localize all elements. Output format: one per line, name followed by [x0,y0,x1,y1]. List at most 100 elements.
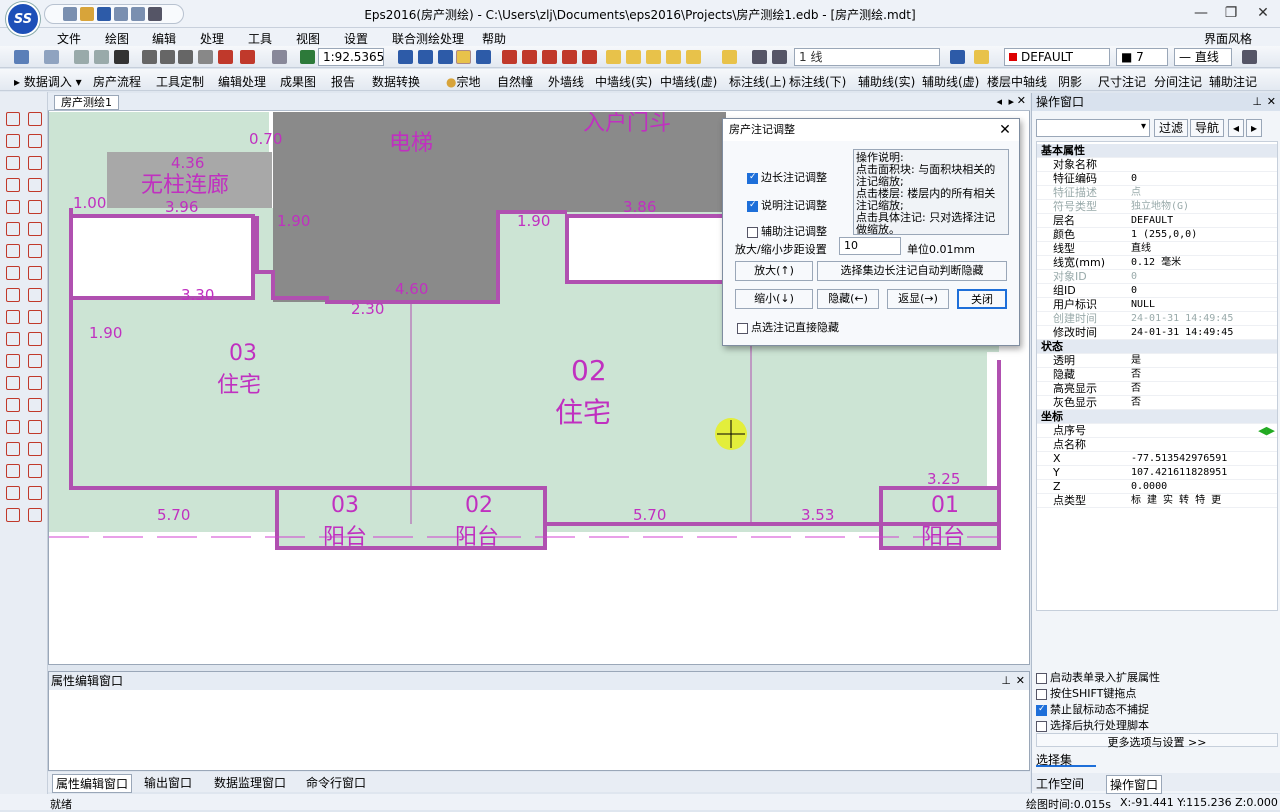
hatch-mode-icon[interactable] [582,50,597,64]
extend-tool-icon[interactable] [28,398,42,412]
label-tool-icon[interactable] [28,266,42,280]
ortho-icon[interactable] [438,50,453,64]
bulb-icon[interactable] [974,50,989,64]
nav-next-button[interactable]: ▸ [1246,119,1263,137]
zoom-window-icon[interactable] [178,50,193,64]
edit-mode-icon[interactable] [522,50,537,64]
scale-field[interactable]: 1:92.5365 [318,48,384,66]
prop-row[interactable]: 灰色显示否 [1037,396,1277,410]
linestyle-select[interactable]: — 直线 [1174,48,1232,66]
paste-icon[interactable] [114,50,129,64]
minimize-button[interactable]: — [1186,2,1216,24]
open-folder-icon[interactable] [80,7,94,21]
new-file-icon[interactable] [63,7,77,21]
pointer-tool-icon[interactable] [6,112,20,126]
prop-row[interactable]: 点序号 ◀▶ [1037,424,1277,438]
tb-result-map[interactable]: 成果图 [280,73,316,90]
tb-outer-wall[interactable]: 外墙线 [548,73,584,90]
menu-joint-survey[interactable]: 联合测绘处理 [392,30,464,47]
draw-mode-icon[interactable] [502,50,517,64]
redo-icon[interactable] [44,50,59,64]
point-nav-icon[interactable]: ◀▶ [1258,424,1275,438]
tab-output[interactable]: 输出窗口 [144,774,192,791]
snap-tool-icon[interactable] [6,134,20,148]
pan-hand-icon[interactable] [198,50,213,64]
number-tool-icon[interactable] [28,508,42,522]
rotate-tool-icon[interactable] [6,354,20,368]
prop-row[interactable]: 高亮显示否 [1037,382,1277,396]
connect-tool-icon[interactable] [6,266,20,280]
copy-icon[interactable] [94,50,109,64]
break-tool-icon[interactable] [28,442,42,456]
linewidth-select[interactable]: ■ 7 [1116,48,1168,66]
tb-data-import[interactable]: ▸ 数据调入 ▾ [14,73,82,90]
panel-pin-icon[interactable]: ⊥ [1252,95,1262,108]
trim-tool-icon[interactable] [28,376,42,390]
refresh-icon[interactable] [218,50,233,64]
delete-tool-icon[interactable] [28,288,42,302]
dialog-close-icon[interactable]: ✕ [995,120,1015,140]
symbol-tool-icon[interactable] [6,178,20,192]
join-tool-icon[interactable] [28,486,42,500]
cb-edge-note[interactable]: 边长注记调整 [747,169,827,185]
select-mode-icon[interactable] [542,50,557,64]
group-tool-icon[interactable] [28,310,42,324]
fill-mode-icon[interactable] [562,50,577,64]
curve-tool-icon[interactable] [6,156,20,170]
arc-tool-icon[interactable] [6,222,20,236]
split-tool-icon[interactable] [6,310,20,324]
nav-button[interactable]: 导航 [1190,119,1225,137]
brush-icon[interactable] [1242,50,1257,64]
copy-tool-icon[interactable] [28,332,42,346]
tb-parcel[interactable]: ●宗地 [446,73,481,90]
zoom-in-icon[interactable] [142,50,157,64]
close-icon[interactable]: ✕ [1016,674,1025,687]
tb-aux-line-dashed[interactable]: 辅助线(虚) [922,73,979,90]
doc-close-icon[interactable]: ✕ [1017,94,1026,107]
linetype-select[interactable]: 1 线 [794,48,940,66]
box-tool-icon[interactable] [28,200,42,214]
star-tool-icon[interactable] [6,420,20,434]
text-display-icon[interactable] [666,50,681,64]
tb-edit-process[interactable]: 编辑处理 [218,73,266,90]
perp-tool-icon[interactable] [6,398,20,412]
maximize-button[interactable]: ❐ [1216,2,1246,24]
tb-workflow[interactable]: 房产流程 [93,73,141,90]
prop-row[interactable]: X -77.513542976591 [1037,452,1277,466]
menu-file[interactable]: 文件 [57,30,81,47]
prop-row[interactable]: 线型 直线 [1037,242,1277,256]
zoom-out-button[interactable]: 缩小(↓) [735,289,813,309]
tb-mid-wall-solid[interactable]: 中墙线(实) [595,73,652,90]
prop-row[interactable]: 对象名称 [1037,158,1277,172]
tb-floor-axis[interactable]: 楼层中轴线 [987,73,1047,90]
ui-style-menu[interactable]: 界面风格 [1204,30,1252,47]
layer-icon[interactable] [272,50,287,64]
prop-row[interactable]: Y 107.421611828951 [1037,466,1277,480]
menu-draw[interactable]: 绘图 [105,30,129,47]
area-tool-icon[interactable] [6,486,20,500]
check-form-entry[interactable]: 启动表单录入扩展属性 [1036,669,1160,685]
printer-icon[interactable] [148,7,162,21]
filter-button[interactable]: 过滤 [1154,119,1189,137]
polar-icon[interactable] [456,50,471,64]
save-icon[interactable] [97,7,111,21]
cb-direct-hide[interactable]: 点选注记直接隐藏 [737,319,839,335]
tab-operation[interactable]: 操作窗口 [1106,775,1163,794]
number-display-icon[interactable] [686,50,701,64]
show-button[interactable]: 返显(→) [887,289,949,309]
redraw-icon[interactable] [240,50,255,64]
object-select[interactable]: ▾ [1036,119,1150,137]
layer-props-icon[interactable] [950,50,965,64]
prop-row[interactable]: 点类型标 建 实 转 特 更 [1037,494,1277,508]
offset-tool-icon[interactable] [6,376,20,390]
nav-prev-button[interactable]: ◂ [1228,119,1245,137]
prop-row[interactable]: 线宽(mm) 0.12 毫米 [1037,256,1277,270]
frame-tool-icon[interactable] [6,200,20,214]
zoom-out-icon[interactable] [160,50,175,64]
print-icon[interactable] [114,7,128,21]
scissors-tool-icon[interactable] [28,464,42,478]
print-preview-icon[interactable] [131,7,145,21]
tab-command-line[interactable]: 命令行窗口 [306,774,366,791]
tb-room-note[interactable]: 分间注记 [1154,73,1202,90]
prop-row[interactable]: 组ID 0 [1037,284,1277,298]
